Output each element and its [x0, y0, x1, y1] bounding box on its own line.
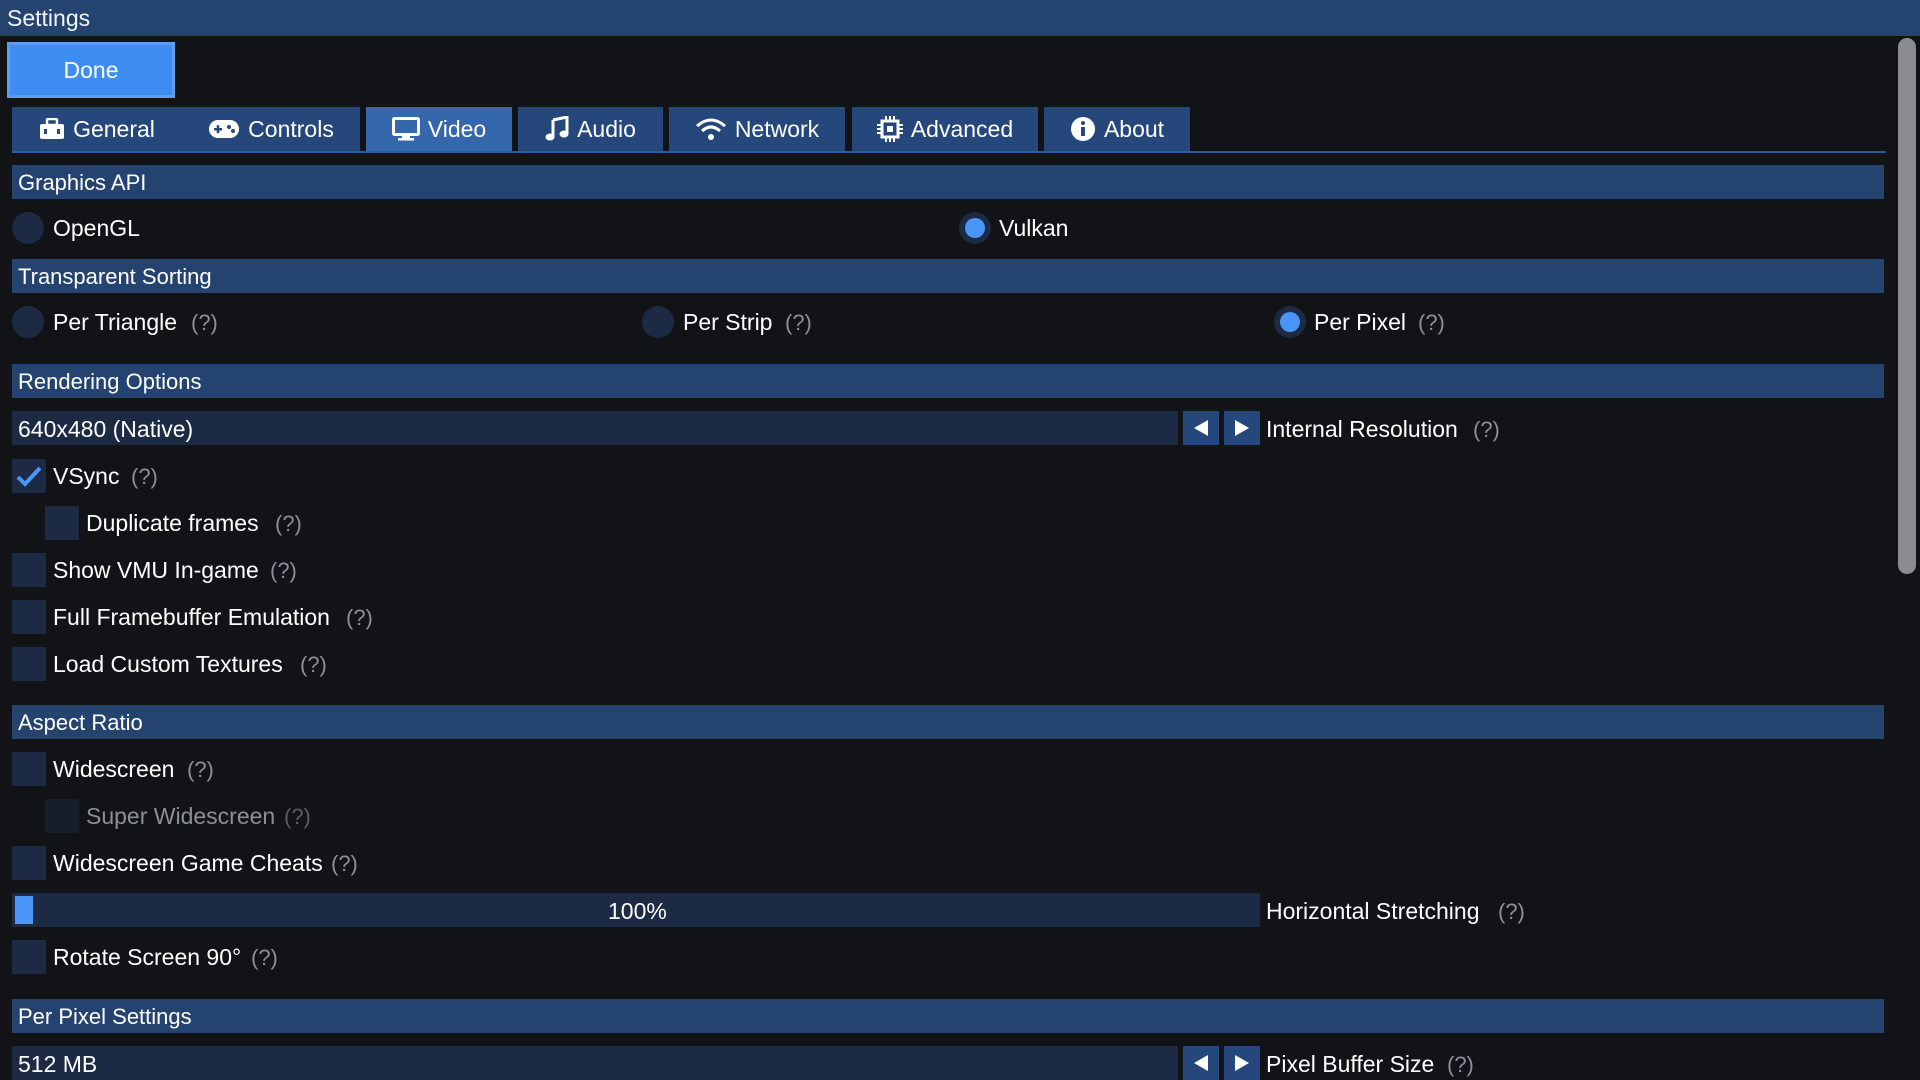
full-framebuffer-checkbox[interactable] [12, 600, 46, 634]
info-icon [1070, 117, 1095, 141]
radio-vulkan-label: Vulkan [999, 215, 1069, 241]
radio-per-triangle-label: Per Triangle [53, 309, 178, 335]
tab-controls[interactable]: Controls [182, 107, 360, 151]
section-title: Rendering Options [18, 369, 202, 394]
full-framebuffer-label: Full Framebuffer Emulation [53, 604, 330, 630]
help-custom-textures[interactable]: (?) [300, 652, 327, 678]
tab-label: Controls [248, 115, 334, 142]
radio-per-triangle[interactable] [12, 306, 44, 338]
rotate-screen-label: Rotate Screen 90° [53, 944, 242, 970]
arrow-left-icon [1194, 1055, 1208, 1071]
super-widescreen-checkbox[interactable] [45, 799, 79, 833]
tab-audio[interactable]: Audio [518, 107, 663, 151]
arrow-left-icon [1194, 420, 1208, 436]
pixel-buffer-combo[interactable]: 512 MB [12, 1046, 1178, 1080]
slider-handle[interactable] [15, 896, 33, 924]
radio-opengl[interactable] [12, 212, 44, 244]
done-button[interactable]: Done [7, 42, 175, 98]
section-title: Transparent Sorting [18, 264, 212, 289]
tab-network[interactable]: Network [669, 107, 845, 151]
music-note-icon [545, 116, 569, 141]
internal-resolution-label: Internal Resolution [1266, 416, 1458, 442]
show-vmu-checkbox[interactable] [12, 553, 46, 587]
help-internal-resolution[interactable]: (?) [1473, 417, 1500, 443]
tab-label: Network [734, 115, 820, 142]
section-title: Graphics API [18, 170, 147, 195]
help-pixel-buffer[interactable]: (?) [1447, 1052, 1474, 1078]
custom-textures-checkbox[interactable] [12, 647, 46, 681]
duplicate-frames-checkbox[interactable] [45, 506, 79, 540]
radio-per-strip-label: Per Strip [683, 309, 773, 335]
tab-label: Video [427, 115, 487, 142]
widescreen-cheats-checkbox[interactable] [12, 846, 46, 880]
tab-underline [12, 151, 1886, 153]
tab-label: Advanced [910, 115, 1014, 142]
help-duplicate-frames[interactable]: (?) [275, 511, 302, 537]
help-rotate-screen[interactable]: (?) [251, 945, 278, 971]
internal-resolution-value: 640x480 (Native) [18, 416, 194, 442]
internal-resolution-next-button[interactable] [1224, 411, 1260, 445]
pixel-buffer-value: 512 MB [18, 1051, 98, 1077]
section-title: Per Pixel Settings [18, 1004, 192, 1029]
help-widescreen[interactable]: (?) [187, 757, 214, 783]
vertical-scrollbar[interactable] [1898, 38, 1916, 574]
title-bar: Settings [0, 0, 1920, 36]
section-transparent-sorting: Transparent Sorting [12, 259, 1884, 293]
chip-icon [876, 116, 903, 142]
help-vsync[interactable]: (?) [131, 464, 158, 490]
arrow-right-icon [1235, 1055, 1249, 1071]
widescreen-checkbox[interactable] [12, 752, 46, 786]
help-show-vmu[interactable]: (?) [270, 558, 297, 584]
help-super-widescreen[interactable]: (?) [284, 804, 311, 830]
help-per-triangle[interactable]: (?) [191, 310, 218, 336]
section-title: Aspect Ratio [18, 710, 143, 735]
super-widescreen-label: Super Widescreen [86, 803, 276, 829]
section-rendering-options: Rendering Options [12, 364, 1884, 398]
help-widescreen-cheats[interactable]: (?) [331, 851, 358, 877]
widescreen-label: Widescreen [53, 756, 175, 782]
section-per-pixel-settings: Per Pixel Settings [12, 999, 1884, 1033]
tab-advanced[interactable]: Advanced [852, 107, 1038, 151]
section-graphics-api: Graphics API [12, 165, 1884, 199]
window-title: Settings [7, 5, 91, 31]
help-full-framebuffer[interactable]: (?) [346, 605, 373, 631]
tab-general[interactable]: General [12, 107, 182, 151]
tab-video[interactable]: Video [366, 107, 512, 151]
arrow-right-icon [1235, 420, 1249, 436]
horizontal-stretching-slider[interactable]: 100% [12, 893, 1260, 927]
vsync-checkbox[interactable] [12, 459, 46, 493]
custom-textures-label: Load Custom Textures [53, 651, 283, 677]
done-button-label: Done [63, 56, 119, 83]
tab-label: Audio [577, 115, 636, 142]
radio-opengl-label: OpenGL [53, 215, 140, 241]
help-horizontal-stretching[interactable]: (?) [1498, 899, 1525, 925]
tab-label: General [73, 115, 155, 142]
widescreen-cheats-label: Widescreen Game Cheats [53, 850, 323, 876]
radio-per-pixel-label: Per Pixel [1314, 309, 1407, 335]
show-vmu-label: Show VMU In-game [53, 557, 259, 583]
help-per-pixel[interactable]: (?) [1418, 310, 1445, 336]
pixel-buffer-prev-button[interactable] [1183, 1046, 1219, 1080]
wifi-icon [695, 118, 726, 140]
horizontal-stretching-label: Horizontal Stretching [1266, 898, 1480, 924]
internal-resolution-combo[interactable]: 640x480 (Native) [12, 411, 1178, 445]
help-per-strip[interactable]: (?) [785, 310, 812, 336]
pixel-buffer-label: Pixel Buffer Size [1266, 1051, 1435, 1077]
radio-per-strip[interactable] [642, 306, 674, 338]
section-aspect-ratio: Aspect Ratio [12, 705, 1884, 739]
gamepad-icon [209, 120, 240, 138]
tab-label: About [1103, 115, 1165, 142]
horizontal-stretching-value: 100% [608, 898, 667, 924]
radio-vulkan[interactable] [959, 212, 991, 244]
checkmark-icon [16, 466, 42, 487]
monitor-icon [391, 117, 420, 141]
vsync-label: VSync [53, 463, 120, 489]
internal-resolution-prev-button[interactable] [1183, 411, 1219, 445]
rotate-screen-checkbox[interactable] [12, 940, 46, 974]
pixel-buffer-next-button[interactable] [1224, 1046, 1260, 1080]
toolbox-icon [40, 118, 65, 139]
duplicate-frames-label: Duplicate frames [86, 510, 259, 536]
tab-about[interactable]: About [1044, 107, 1190, 151]
radio-per-pixel[interactable] [1274, 306, 1306, 338]
